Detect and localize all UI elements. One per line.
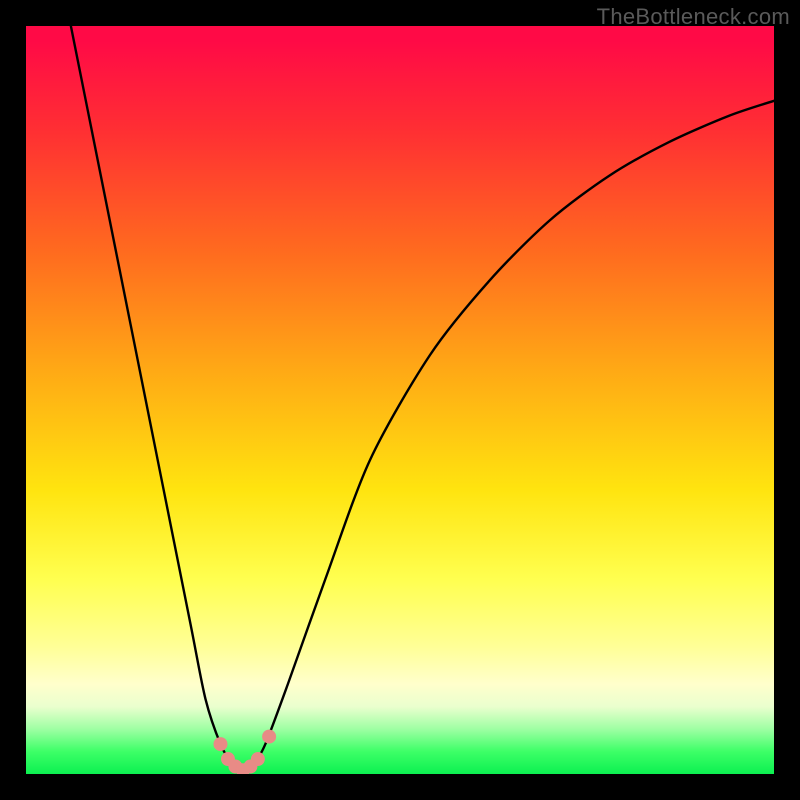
watermark-text: TheBottleneck.com	[597, 4, 790, 30]
bottleneck-curve	[71, 26, 774, 770]
valley-marker	[213, 737, 227, 751]
valley-marker	[251, 752, 265, 766]
chart-svg	[26, 26, 774, 774]
valley-marker	[262, 730, 276, 744]
plot-area	[26, 26, 774, 774]
chart-frame: TheBottleneck.com	[0, 0, 800, 800]
